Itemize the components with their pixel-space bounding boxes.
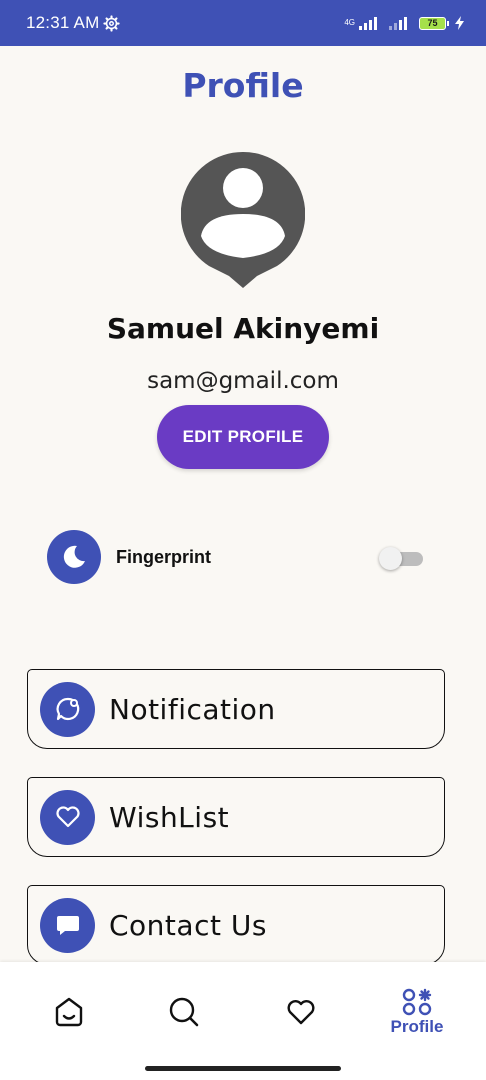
menu-item-wishlist[interactable]: WishList bbox=[27, 777, 445, 857]
fingerprint-label: Fingerprint bbox=[116, 546, 211, 567]
category-icon bbox=[402, 988, 432, 1016]
signal-icon-secondary bbox=[389, 17, 407, 30]
nav-profile-label: Profile bbox=[390, 1017, 444, 1036]
settings-gear-icon bbox=[103, 14, 121, 32]
nav-wishlist[interactable] bbox=[281, 992, 321, 1032]
fingerprint-toggle[interactable] bbox=[379, 547, 424, 570]
menu-item-notification[interactable]: Notification bbox=[27, 669, 445, 749]
fingerprint-setting: Fingerprint bbox=[47, 530, 437, 584]
nav-search[interactable] bbox=[164, 992, 204, 1032]
home-icon bbox=[55, 997, 83, 1027]
network-type: 4G bbox=[344, 18, 355, 27]
nav-profile[interactable] bbox=[397, 982, 437, 1022]
status-bar: 12:31 AM 4G 75 bbox=[0, 0, 486, 46]
heart-outline-icon bbox=[287, 1000, 315, 1025]
account-pin-icon bbox=[181, 152, 305, 288]
charging-icon bbox=[455, 16, 464, 30]
user-email: sam@gmail.com bbox=[147, 368, 339, 394]
search-icon bbox=[169, 997, 199, 1027]
menu-label-wishlist: WishList bbox=[109, 800, 230, 834]
home-indicator bbox=[145, 1066, 341, 1071]
heart-icon bbox=[40, 789, 95, 845]
edit-profile-button[interactable]: EDIT PROFILE bbox=[157, 405, 329, 469]
menu-item-contact-us[interactable]: Contact Us bbox=[27, 885, 445, 965]
battery-level: 75 bbox=[419, 16, 446, 30]
status-time: 12:31 AM bbox=[26, 13, 100, 32]
signal-icon bbox=[359, 17, 377, 30]
user-name: Samuel Akinyemi bbox=[106, 312, 380, 345]
message-icon bbox=[40, 897, 95, 953]
menu-label-notification: Notification bbox=[109, 692, 276, 726]
status-icons: 4G 75 bbox=[344, 16, 464, 30]
chat-bubble-icon bbox=[40, 681, 95, 737]
battery-icon: 75 bbox=[419, 16, 449, 30]
moon-icon bbox=[47, 530, 101, 584]
page-title: Profile bbox=[182, 66, 304, 105]
menu-label-contact-us: Contact Us bbox=[109, 908, 267, 942]
nav-home[interactable] bbox=[49, 992, 89, 1032]
